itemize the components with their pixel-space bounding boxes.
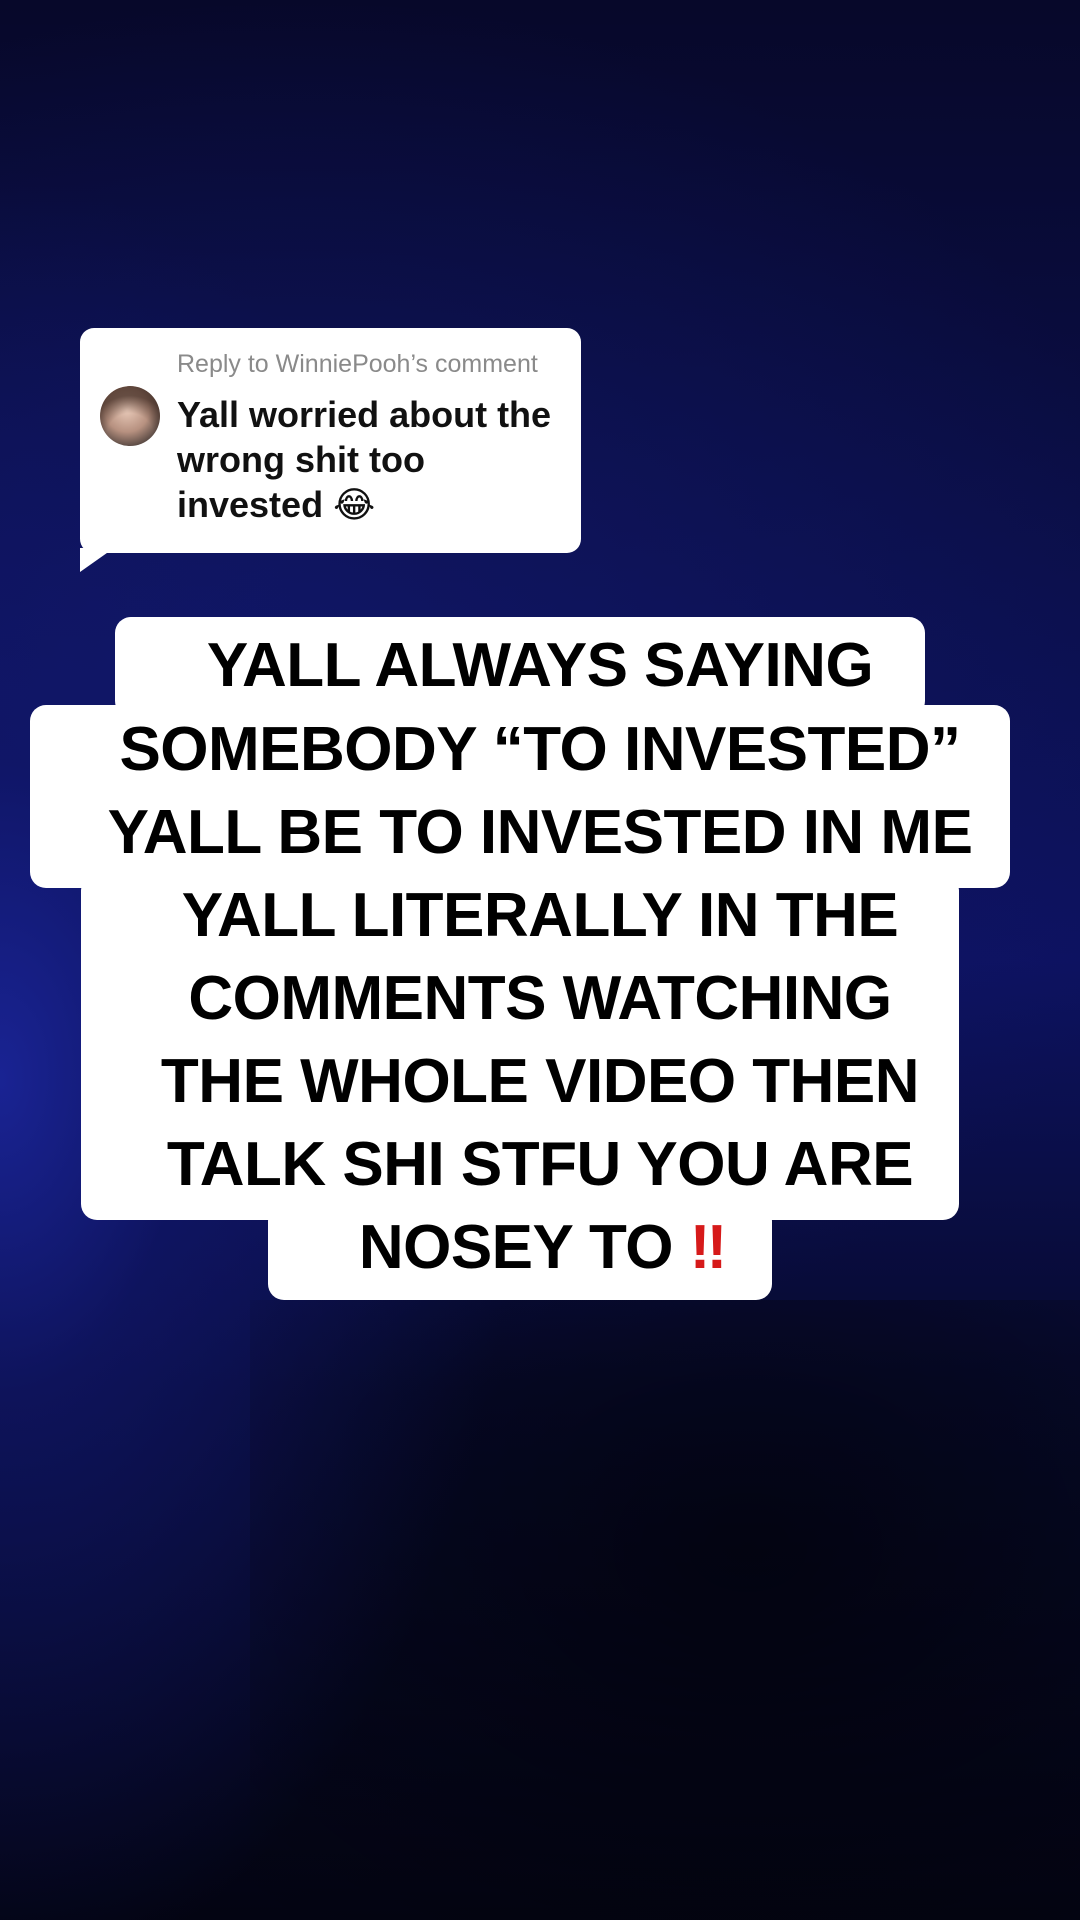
caption-line-6: THE WHOLE VIDEO THEN <box>160 1047 920 1116</box>
caption-line-3: YALL BE TO INVESTED IN ME <box>107 798 973 867</box>
background-shadow <box>250 1300 1080 1920</box>
caption-line-4: YALL LITERALLY IN THE <box>181 881 899 950</box>
laughing-emoji-icon: 😂 <box>333 485 376 526</box>
caption-line-5: COMMENTS WATCHING <box>188 964 892 1033</box>
reply-header: Reply to WinniePooh’s comment <box>177 350 538 378</box>
reply-comment-sticker[interactable]: Reply to WinniePooh’s comment Yall worri… <box>80 328 581 553</box>
reply-comment-text: Yall worried about the wrong shit too in… <box>177 392 567 528</box>
caption-line-8: NOSEY TO ‼ <box>0 1206 1080 1290</box>
commenter-avatar <box>100 386 160 446</box>
caption-line-2: SOMEBODY “TO INVESTED” <box>119 715 961 784</box>
double-exclamation-icon: ‼ <box>689 1213 728 1282</box>
caption-line-8-text: NOSEY TO <box>358 1213 674 1282</box>
avatar-shading <box>100 386 160 446</box>
caption-line-7: TALK SHI STFU YOU ARE <box>166 1130 914 1199</box>
reply-bubble-tail <box>80 548 114 572</box>
caption-line-1: YALL ALWAYS SAYING <box>206 631 874 700</box>
